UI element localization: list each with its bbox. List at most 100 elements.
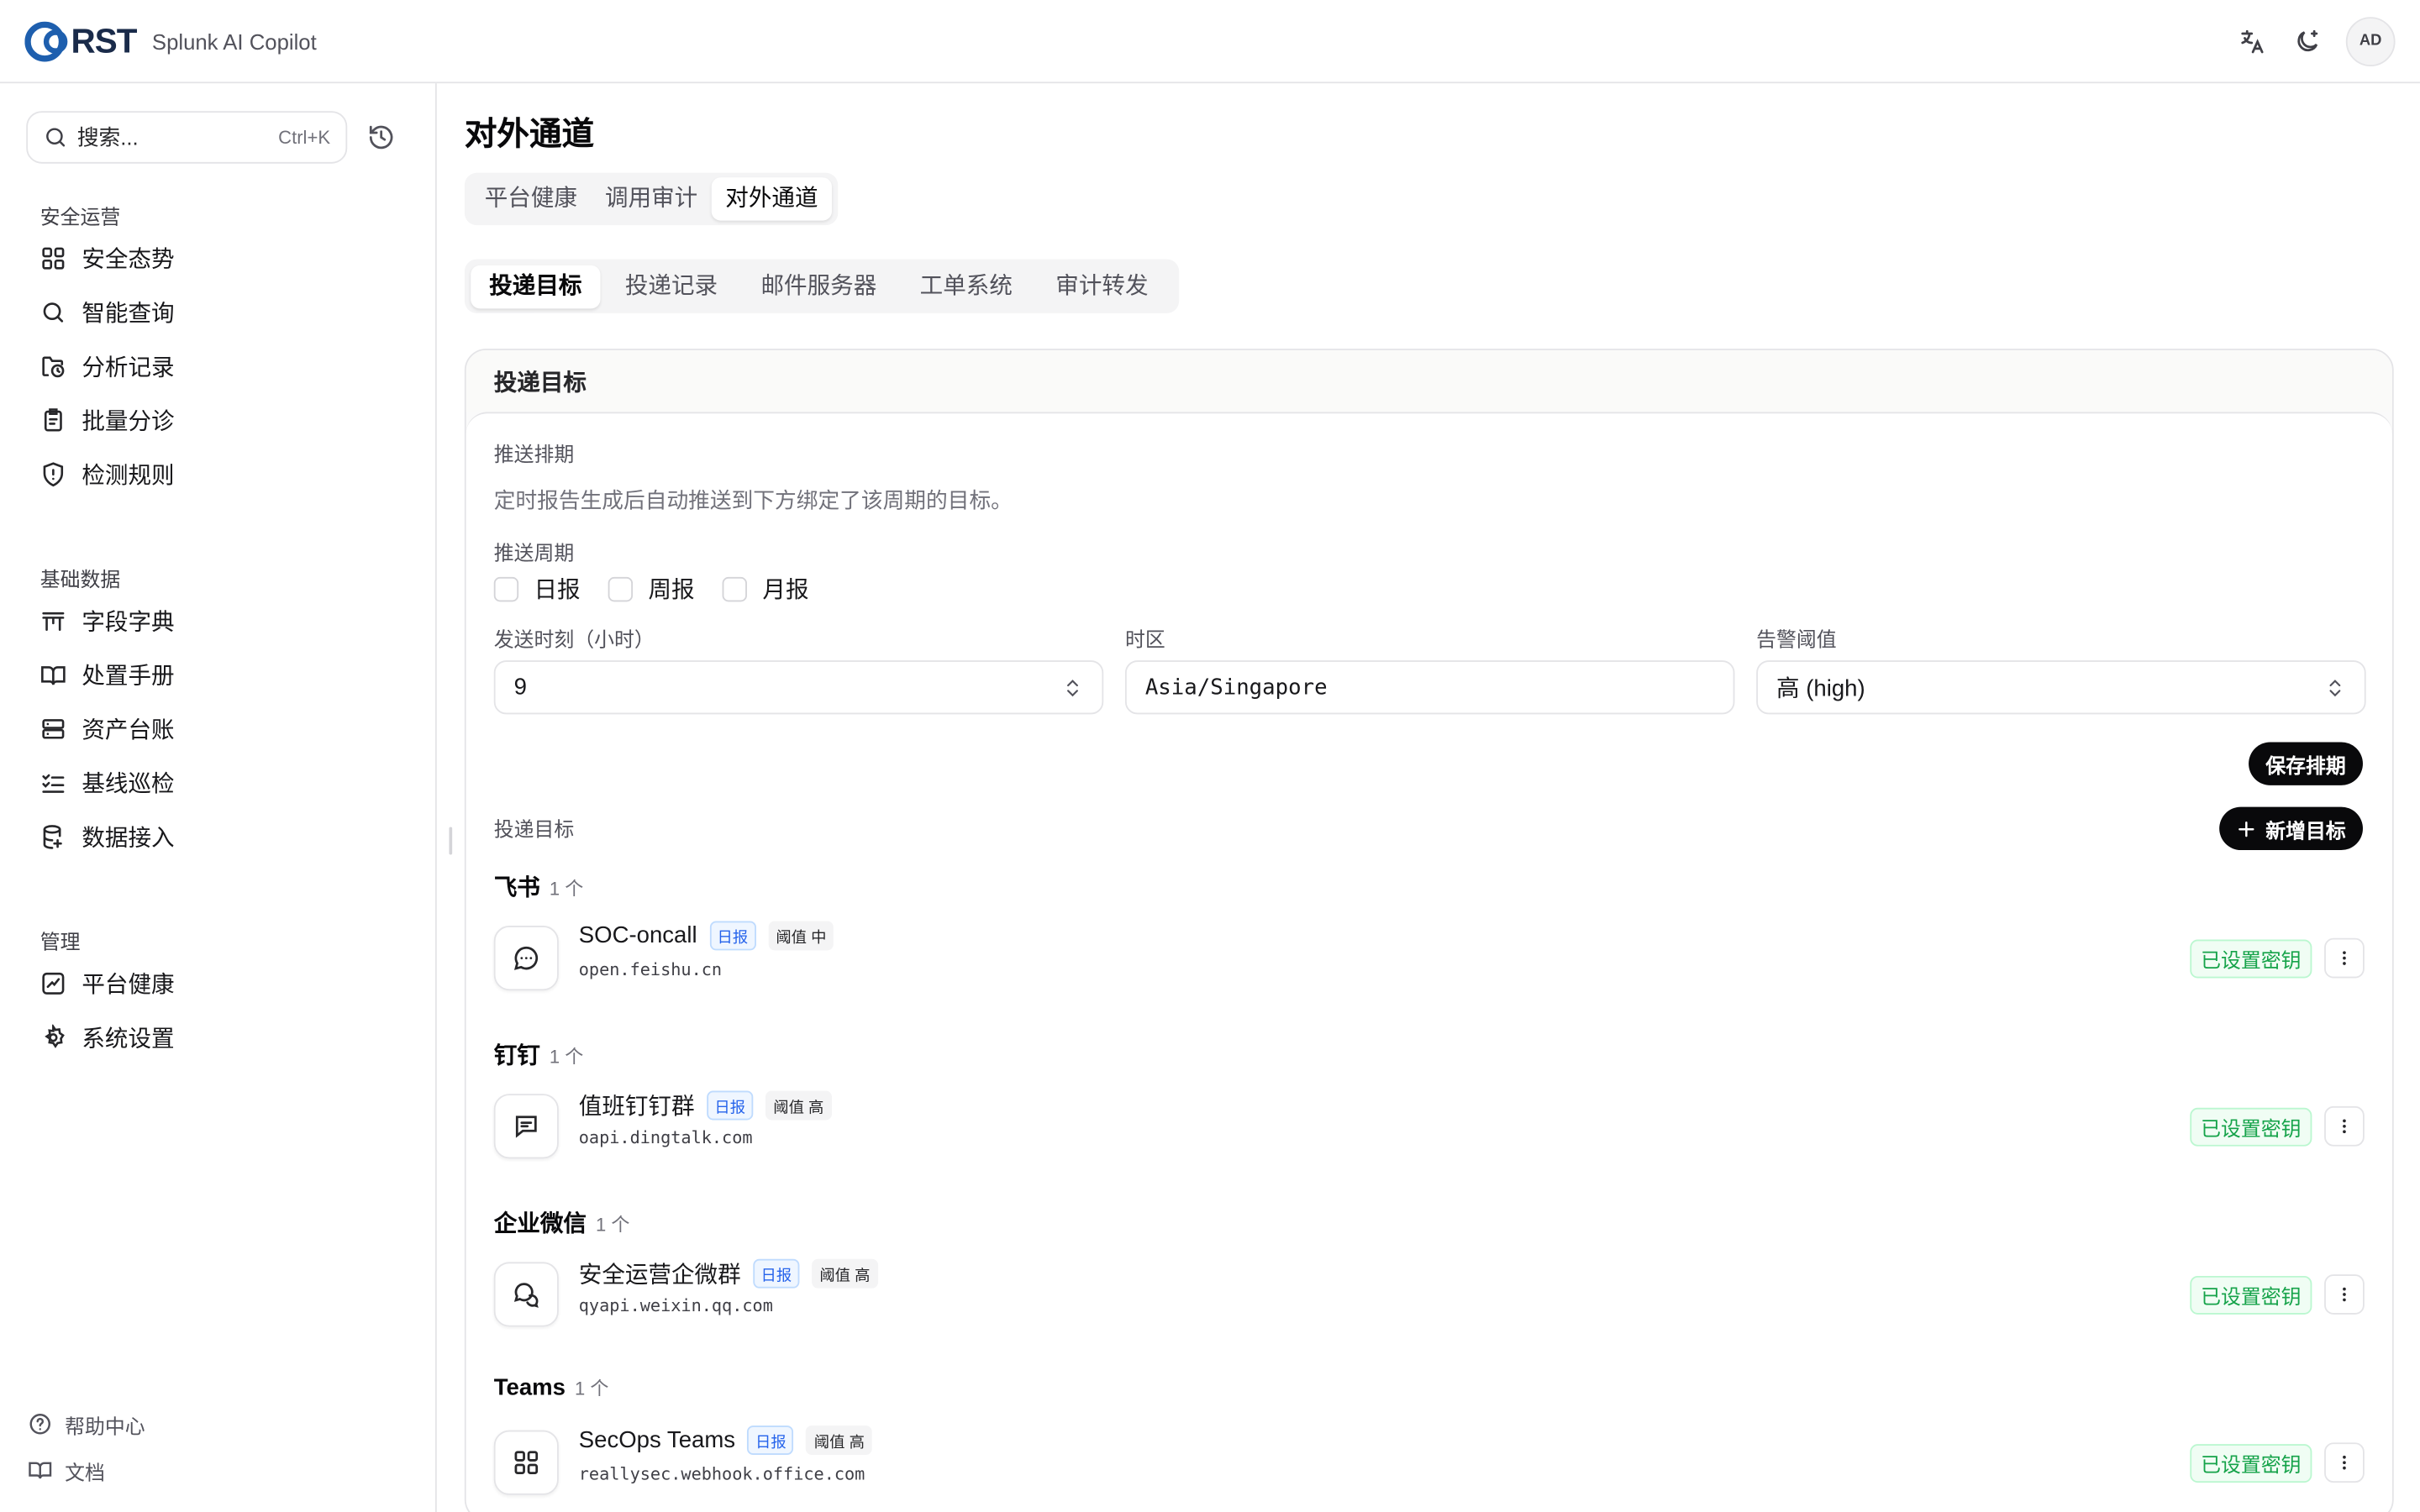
- top-actions: AD: [2235, 16, 2396, 66]
- more-vertical-icon: [2343, 951, 2346, 965]
- card-body: 推送排期 定时报告生成后自动推送到下方绑定了该周期的目标。 推送周期 日报 周报…: [466, 412, 2392, 1512]
- chevron-up-down-icon: [2329, 679, 2341, 696]
- help-icon: [29, 1414, 50, 1435]
- subtab-mail-servers[interactable]: 邮件服务器: [742, 265, 895, 307]
- sidebar-item-label: 分析记录: [82, 354, 175, 381]
- hour-select[interactable]: 9: [493, 660, 1104, 715]
- sidebar-item-label: 安全态势: [82, 246, 175, 274]
- threshold-badge: 阈值 高: [812, 1258, 878, 1289]
- tab-call-audit[interactable]: 调用审计: [591, 177, 711, 220]
- schedule-heading: 推送排期: [493, 443, 575, 466]
- docs-label: 文档: [65, 1460, 105, 1483]
- theme-moon-icon[interactable]: [2291, 24, 2324, 57]
- search-shortcut: Ctrl+K: [278, 126, 331, 149]
- add-target-button[interactable]: 新增目标: [2219, 806, 2363, 851]
- clipboard-icon: [44, 408, 62, 432]
- gear-icon: [45, 1024, 65, 1048]
- period-weekly-checkbox[interactable]: 周报: [608, 572, 695, 605]
- app-root: RST Splunk AI Copilot AD 搜索... Ctrl+K 安全…: [0, 0, 2420, 1512]
- sidebar-item-label: 批量分诊: [82, 408, 175, 435]
- history-icon[interactable]: [367, 123, 395, 159]
- checkbox-box[interactable]: [493, 576, 519, 601]
- nav-group-security-ops: 安全运营 安全态势 智能查询 分析记录 批量分诊 检测规则: [40, 201, 175, 501]
- period-badge: 日报: [709, 921, 756, 951]
- group-name: 企业微信: [493, 1210, 587, 1238]
- sidebar-item-data-ingest[interactable]: 数据接入: [40, 810, 175, 864]
- timezone-value: Asia/Singapore: [1144, 675, 1328, 700]
- grid-icon: [493, 1430, 559, 1495]
- period-daily-checkbox[interactable]: 日报: [493, 572, 581, 605]
- nav-group-admin: 管理 平台健康 系统设置: [40, 926, 175, 1064]
- logo[interactable]: RST Splunk AI Copilot: [24, 19, 317, 62]
- sidebar-item-smart-query[interactable]: 智能查询: [40, 286, 175, 339]
- sidebar-item-playbook[interactable]: 处置手册: [40, 648, 175, 701]
- timezone-input[interactable]: Asia/Singapore: [1124, 660, 1735, 715]
- subtab-delivery-targets[interactable]: 投递目标: [471, 264, 601, 308]
- threshold-select[interactable]: 高 (high): [1756, 660, 2366, 715]
- target-host: oapi.dingtalk.com: [578, 1127, 753, 1148]
- sidebar-item-platform-health[interactable]: 平台健康: [40, 957, 175, 1011]
- top-bar: RST Splunk AI Copilot AD: [0, 0, 2420, 84]
- sidebar-footer: 帮助中心 文档: [28, 1401, 145, 1494]
- list-check-icon: [42, 774, 65, 793]
- group-count: 1 个: [575, 1378, 609, 1399]
- tab-external-channels[interactable]: 对外通道: [711, 177, 833, 221]
- save-schedule-button[interactable]: 保存排期: [2249, 742, 2363, 785]
- subtab-delivery-records[interactable]: 投递记录: [607, 265, 736, 307]
- sidebar-item-batch-triage[interactable]: 批量分诊: [40, 393, 175, 447]
- search-icon: [43, 302, 64, 323]
- search-input[interactable]: 搜索... Ctrl+K: [26, 111, 348, 164]
- translate-icon[interactable]: [2235, 24, 2269, 57]
- target-name-text: SecOps Teams: [578, 1426, 736, 1454]
- checkbox-box[interactable]: [608, 576, 634, 601]
- sidebar-item-field-dictionary[interactable]: 字段字典: [40, 594, 175, 648]
- page-title: 对外通道: [464, 117, 595, 153]
- sidebar-item-asset-ledger[interactable]: 资产台账: [40, 702, 175, 756]
- subsection-tabs: 投递目标 投递记录 邮件服务器 工单系统 审计转发: [464, 259, 1180, 313]
- grid-icon: [42, 247, 65, 270]
- group-count: 1 个: [549, 1046, 584, 1068]
- target-row-wecom: 安全运营企微群 日报 阈值 高 qyapi.weixin.qq.com 已设置密…: [493, 1257, 2365, 1328]
- avatar[interactable]: AD: [2345, 16, 2396, 66]
- book-icon: [41, 666, 66, 685]
- sidebar-item-system-settings[interactable]: 系统设置: [40, 1011, 175, 1064]
- period-monthly-checkbox[interactable]: 月报: [722, 572, 809, 605]
- save-schedule-label: 保存排期: [2265, 753, 2346, 777]
- more-options-button[interactable]: [2324, 1274, 2365, 1315]
- message-square-icon: [493, 1094, 559, 1159]
- more-options-button[interactable]: [2324, 1442, 2365, 1483]
- target-name: SOC-oncall 日报 阈值 中: [579, 921, 834, 951]
- status-badge: 已设置密钥: [2190, 1444, 2312, 1483]
- period-monthly-label: 月报: [762, 576, 809, 604]
- server-icon: [42, 719, 65, 739]
- tab-platform-health[interactable]: 平台健康: [471, 177, 591, 220]
- subtab-ticket-system[interactable]: 工单系统: [902, 265, 1031, 307]
- sidebar-item-label: 平台健康: [82, 972, 175, 999]
- subtab-audit-forward[interactable]: 审计转发: [1037, 265, 1166, 307]
- sidebar-item-detection-rules[interactable]: 检测规则: [40, 448, 175, 501]
- checkbox-box[interactable]: [722, 576, 748, 601]
- sidebar-item-label: 处置手册: [82, 663, 175, 690]
- target-name: 值班钉钉群 日报 阈值 高: [579, 1089, 832, 1122]
- help-center-link[interactable]: 帮助中心: [28, 1401, 145, 1447]
- threshold-badge: 阈值 高: [806, 1425, 873, 1456]
- more-options-button[interactable]: [2324, 937, 2365, 979]
- schedule-description: 定时报告生成后自动推送到下方绑定了该周期的目标。: [493, 487, 1013, 512]
- more-options-button[interactable]: [2324, 1105, 2365, 1147]
- more-vertical-icon: [2343, 1455, 2346, 1470]
- target-row-teams: SecOps Teams 日报 阈值 高 reallysec.webhook.o…: [493, 1425, 2365, 1496]
- activity-icon: [42, 972, 65, 995]
- status-badge: 已设置密钥: [2190, 1107, 2312, 1147]
- help-center-label: 帮助中心: [65, 1414, 145, 1437]
- sidebar-resize-handle[interactable]: [449, 827, 453, 855]
- sidebar-item-baseline-check[interactable]: 基线巡检: [40, 756, 175, 810]
- logo-text: RST: [71, 20, 137, 60]
- threshold-value: 高 (high): [1776, 675, 1865, 702]
- target-row-dingtalk: 值班钉钉群 日报 阈值 高 oapi.dingtalk.com 已设置密钥: [493, 1089, 2365, 1160]
- sidebar-item-analysis-records[interactable]: 分析记录: [40, 339, 175, 393]
- target-name-text: 值班钉钉群: [578, 1094, 695, 1121]
- sidebar-item-security-posture[interactable]: 安全态势: [40, 232, 175, 286]
- group-count: 1 个: [595, 1214, 630, 1236]
- more-vertical-icon: [2343, 1287, 2346, 1302]
- docs-link[interactable]: 文档: [28, 1447, 145, 1494]
